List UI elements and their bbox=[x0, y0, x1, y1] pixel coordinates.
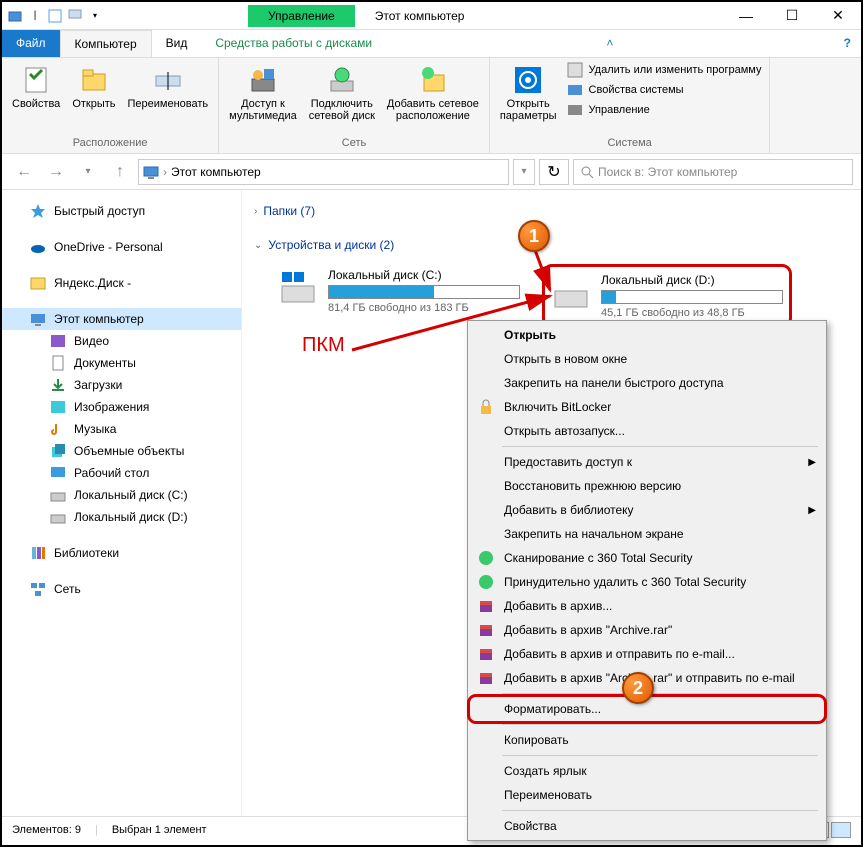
ctx-scan-360[interactable]: Сканирование с 360 Total Security bbox=[470, 546, 824, 570]
qat-check[interactable] bbox=[46, 7, 64, 25]
window-title: Этот компьютер bbox=[375, 9, 465, 23]
sidebar-videos[interactable]: Видео bbox=[2, 330, 241, 352]
ctx-add-archive-rar[interactable]: Добавить в архив "Archive.rar" bbox=[470, 618, 824, 642]
sidebar-desktop[interactable]: Рабочий стол bbox=[2, 462, 241, 484]
context-menu: Открыть Открыть в новом окне Закрепить н… bbox=[467, 320, 827, 841]
drive-icon bbox=[278, 268, 318, 308]
maximize-button[interactable]: ☐ bbox=[769, 2, 815, 30]
titlebar: | ▾ Управление Этот компьютер — ☐ ✕ bbox=[2, 2, 861, 30]
refresh-button[interactable]: ↻ bbox=[539, 159, 569, 185]
address-bar[interactable]: › Этот компьютер bbox=[138, 159, 509, 185]
quick-access-toolbar: | ▾ bbox=[2, 7, 108, 25]
ribbon-tabs: Файл Компьютер Вид Средства работы с дис… bbox=[2, 30, 861, 58]
ctx-rename[interactable]: Переименовать bbox=[470, 783, 824, 807]
sidebar-yandex[interactable]: Яндекс.Диск - bbox=[2, 272, 241, 294]
uninstall-program-button[interactable]: Удалить или изменить программу bbox=[567, 62, 762, 78]
sidebar-pictures[interactable]: Изображения bbox=[2, 396, 241, 418]
group-folders[interactable]: ›Папки (7) bbox=[254, 200, 849, 222]
rename-button[interactable]: Переименовать bbox=[126, 62, 211, 112]
tab-drive-tools[interactable]: Средства работы с дисками bbox=[201, 30, 386, 57]
ctx-open[interactable]: Открыть bbox=[470, 323, 824, 347]
minimize-button[interactable]: — bbox=[723, 2, 769, 30]
ctx-share[interactable]: Предоставить доступ к▶ bbox=[470, 450, 824, 474]
ribbon-group-location: Свойства Открыть Переименовать Расположе… bbox=[2, 58, 219, 153]
ctx-add-library[interactable]: Добавить в библиотеку▶ bbox=[470, 498, 824, 522]
tab-view[interactable]: Вид bbox=[152, 30, 202, 57]
ctx-create-shortcut[interactable]: Создать ярлык bbox=[470, 759, 824, 783]
sidebar-network[interactable]: Сеть bbox=[2, 578, 241, 600]
contextual-tab-label: Управление bbox=[248, 5, 355, 27]
ctx-open-new-window[interactable]: Открыть в новом окне bbox=[470, 347, 824, 371]
sidebar-music[interactable]: Музыка bbox=[2, 418, 241, 440]
sidebar-disk-d[interactable]: Локальный диск (D:) bbox=[2, 506, 241, 528]
drive-d[interactable]: Локальный диск (D:) 45,1 ГБ свободно из … bbox=[542, 264, 792, 328]
qat-menu[interactable]: ▾ bbox=[86, 7, 104, 25]
qat-separator: | bbox=[26, 7, 44, 25]
drive-d-usage-bar bbox=[601, 290, 783, 304]
sidebar-downloads[interactable]: Загрузки bbox=[2, 374, 241, 396]
ctx-autoplay[interactable]: Открыть автозапуск... bbox=[470, 419, 824, 443]
sidebar-disk-c[interactable]: Локальный диск (C:) bbox=[2, 484, 241, 506]
window-controls: — ☐ ✕ bbox=[723, 2, 861, 30]
ctx-add-archive[interactable]: Добавить в архив... bbox=[470, 594, 824, 618]
search-input[interactable]: Поиск в: Этот компьютер bbox=[573, 159, 853, 185]
properties-button[interactable]: Свойства bbox=[10, 62, 62, 112]
navigation-bar: ← → ▾ ↑ › Этот компьютер ▾ ↻ Поиск в: Эт… bbox=[2, 154, 861, 190]
view-icons-button[interactable] bbox=[831, 822, 851, 838]
drive-c-usage-bar bbox=[328, 285, 520, 299]
ctx-archive-email[interactable]: Добавить в архив и отправить по e-mail..… bbox=[470, 642, 824, 666]
open-settings-button[interactable]: Открыть параметры bbox=[498, 62, 559, 124]
qat-icon[interactable] bbox=[6, 7, 24, 25]
back-button[interactable]: ← bbox=[10, 158, 38, 186]
tab-computer[interactable]: Компьютер bbox=[60, 30, 152, 57]
sidebar-onedrive[interactable]: OneDrive - Personal bbox=[2, 236, 241, 258]
ribbon-group-network: Доступ к мультимедиа Подключить сетевой … bbox=[219, 58, 490, 153]
media-access-button[interactable]: Доступ к мультимедиа bbox=[227, 62, 299, 124]
sidebar-this-pc[interactable]: Этот компьютер bbox=[2, 308, 241, 330]
ctx-bitlocker[interactable]: Включить BitLocker bbox=[470, 395, 824, 419]
system-properties-button[interactable]: Свойства системы bbox=[567, 82, 762, 98]
qat-dropdown[interactable] bbox=[66, 7, 84, 25]
ribbon-group-system: Открыть параметры Удалить или изменить п… bbox=[490, 58, 771, 153]
ctx-pin-start[interactable]: Закрепить на начальном экране bbox=[470, 522, 824, 546]
tab-file[interactable]: Файл bbox=[2, 30, 60, 57]
ctx-properties[interactable]: Свойства bbox=[470, 814, 824, 838]
up-button[interactable]: ↑ bbox=[106, 158, 134, 186]
sidebar-documents[interactable]: Документы bbox=[2, 352, 241, 374]
recent-dropdown[interactable]: ▾ bbox=[74, 158, 102, 186]
pc-icon bbox=[143, 164, 159, 180]
help-button[interactable]: ? bbox=[834, 30, 861, 57]
forward-button[interactable]: → bbox=[42, 158, 70, 186]
status-item-count: Элементов: 9 bbox=[12, 824, 81, 836]
manage-button[interactable]: Управление bbox=[567, 102, 762, 118]
sidebar-3d-objects[interactable]: Объемные объекты bbox=[2, 440, 241, 462]
drive-c[interactable]: Локальный диск (C:) 81,4 ГБ свободно из … bbox=[274, 264, 524, 328]
ribbon-toggle[interactable]: ˄ bbox=[596, 30, 623, 57]
drive-icon bbox=[551, 273, 591, 313]
status-selected: Выбран 1 элемент bbox=[112, 824, 207, 836]
search-icon bbox=[580, 165, 594, 179]
ribbon: Свойства Открыть Переименовать Расположе… bbox=[2, 58, 861, 154]
open-button[interactable]: Открыть bbox=[70, 62, 117, 112]
close-button[interactable]: ✕ bbox=[815, 2, 861, 30]
address-dropdown[interactable]: ▾ bbox=[513, 159, 535, 185]
ctx-copy[interactable]: Копировать bbox=[470, 728, 824, 752]
group-devices[interactable]: ⌄Устройства и диски (2) bbox=[254, 234, 849, 256]
annotation-step-1: 1 bbox=[518, 220, 550, 252]
sidebar-libraries[interactable]: Библиотеки bbox=[2, 542, 241, 564]
ctx-restore-version[interactable]: Восстановить прежнюю версию bbox=[470, 474, 824, 498]
add-network-location-button[interactable]: Добавить сетевое расположение bbox=[385, 62, 481, 124]
map-drive-button[interactable]: Подключить сетевой диск bbox=[307, 62, 377, 124]
annotation-step-2: 2 bbox=[622, 672, 654, 704]
ctx-pin-quick-access[interactable]: Закрепить на панели быстрого доступа bbox=[470, 371, 824, 395]
ctx-force-delete-360[interactable]: Принудительно удалить с 360 Total Securi… bbox=[470, 570, 824, 594]
navigation-pane: Быстрый доступ OneDrive - Personal Яндек… bbox=[2, 190, 242, 816]
sidebar-quick-access[interactable]: Быстрый доступ bbox=[2, 200, 241, 222]
